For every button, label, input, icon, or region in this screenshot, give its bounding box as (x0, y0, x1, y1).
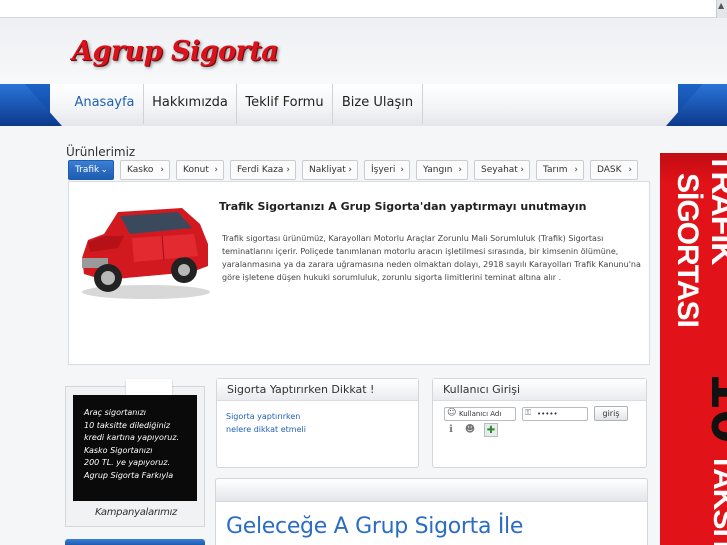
main-box-header (215, 478, 648, 502)
tab-yangin[interactable]: Yangın › (416, 160, 468, 180)
tape-decoration (126, 379, 172, 395)
chevron-right-icon: › (286, 165, 290, 175)
campaign-line: Kasko Sigortanızı (84, 445, 153, 455)
banner-lettering: TRAFİK SİGORTASI 10 TAKSİT (671, 153, 727, 545)
campaign-line: Agrup Sigorta Farkıyla (84, 470, 174, 480)
tab-seyahat[interactable]: Seyahat › (474, 160, 530, 180)
chevron-right-icon: › (160, 165, 164, 175)
tab-label: Ferdi Kaza (237, 165, 284, 175)
tab-ferdi-kaza[interactable]: Ferdi Kaza › (230, 160, 296, 180)
tab-nakliyat[interactable]: Nakliyat › (302, 160, 358, 180)
tab-label: Konut (183, 165, 209, 175)
chevron-right-icon: › (520, 165, 524, 175)
nav-item-hakkimizda[interactable]: Hakkımızda (144, 84, 237, 124)
car-image (82, 208, 210, 299)
tab-konut[interactable]: Konut › (176, 160, 224, 180)
campaign-text: Araç sigortanızı 10 taksitte dilediğiniz… (84, 407, 194, 482)
banner-line-trafik: TRAFİK (705, 153, 727, 265)
tab-trafik[interactable]: Trafik ⌄ (68, 160, 114, 180)
campaign-line: Araç sigortanızı (84, 408, 147, 417)
caution-link[interactable]: Sigorta yaptırırken (226, 412, 300, 421)
tab-label: Nakliyat (309, 165, 346, 175)
tab-label: Tarım (543, 165, 568, 175)
campaign-line: 200 TL. ye yapıyoruz. (84, 458, 171, 467)
tab-tarim[interactable]: Tarım › (536, 160, 584, 180)
panel-title: Trafik Sigortanızı A Grup Sigorta'dan ya… (219, 200, 587, 213)
help-lock-icon[interactable]: ℹ (444, 423, 458, 437)
side-banner[interactable]: TRAFİK SİGORTASI 10 TAKSİT (660, 153, 727, 545)
chevron-right-icon: › (574, 165, 578, 175)
campaign-line: 10 taksitte dilediğiniz (84, 420, 171, 430)
caution-widget: Sigorta Yaptırırken Dikkat ! (216, 378, 419, 468)
password-field[interactable]: ••••• (522, 407, 588, 421)
bottom-left-box (65, 539, 205, 545)
banner-line-sigortasi: SİGORTASI (671, 173, 704, 327)
help-user-icon[interactable]: ☻ (463, 423, 477, 437)
caution-title: Sigorta Yaptırırken Dikkat ! (217, 379, 418, 401)
tab-label: Seyahat (481, 165, 518, 175)
tab-isyeri[interactable]: İşyeri › (364, 160, 410, 180)
chevron-right-icon: › (628, 165, 632, 175)
tab-label: Yangın (423, 165, 453, 175)
caution-link[interactable]: nelere dikkat etmeli (226, 425, 306, 434)
nav-item-teklif-formu[interactable]: Teklif Formu (237, 84, 333, 124)
main-headline: Geleceğe A Grup Sigorta İle (226, 514, 524, 539)
banner-line-taksit: TAKSİT (707, 453, 727, 545)
tab-label: Trafik (75, 165, 100, 175)
chevron-right-icon: › (458, 165, 462, 175)
chevron-right-icon: › (400, 165, 404, 175)
campaign-line: kredi kartına yapıyoruz. (84, 433, 180, 442)
login-button[interactable]: giriş (594, 406, 628, 421)
nav-item-bize-ulasin[interactable]: Bize Ulaşın (333, 84, 423, 124)
banner-line-10: 10 (698, 373, 727, 444)
username-field[interactable]: Kullanıcı Adı (444, 407, 516, 421)
tab-label: DASK (597, 165, 622, 175)
tab-dask[interactable]: DASK › (590, 160, 638, 180)
products-title: Ürünlerimiz (66, 145, 136, 159)
register-icon[interactable]: ✚ (484, 423, 498, 437)
site-logo[interactable]: Agrup Sigorta (72, 36, 279, 67)
campaign-label[interactable]: Kampanyalarımız (95, 507, 177, 518)
top-strip (0, 0, 727, 18)
login-title: Kullanıcı Girişi (433, 379, 646, 401)
panel-text: Trafik sigortası ürünümüz, Karayolları M… (222, 234, 641, 282)
chevron-right-icon: › (348, 165, 352, 175)
tab-label: İşyeri (371, 165, 396, 175)
chevron-down-icon: ⌄ (100, 165, 108, 175)
scroll-up-icon[interactable] (716, 0, 727, 18)
chevron-right-icon: › (214, 165, 218, 175)
tab-kasko[interactable]: Kasko › (120, 160, 170, 180)
nav-item-anasayfa[interactable]: Anasayfa (66, 84, 144, 124)
tab-label: Kasko (127, 165, 154, 175)
